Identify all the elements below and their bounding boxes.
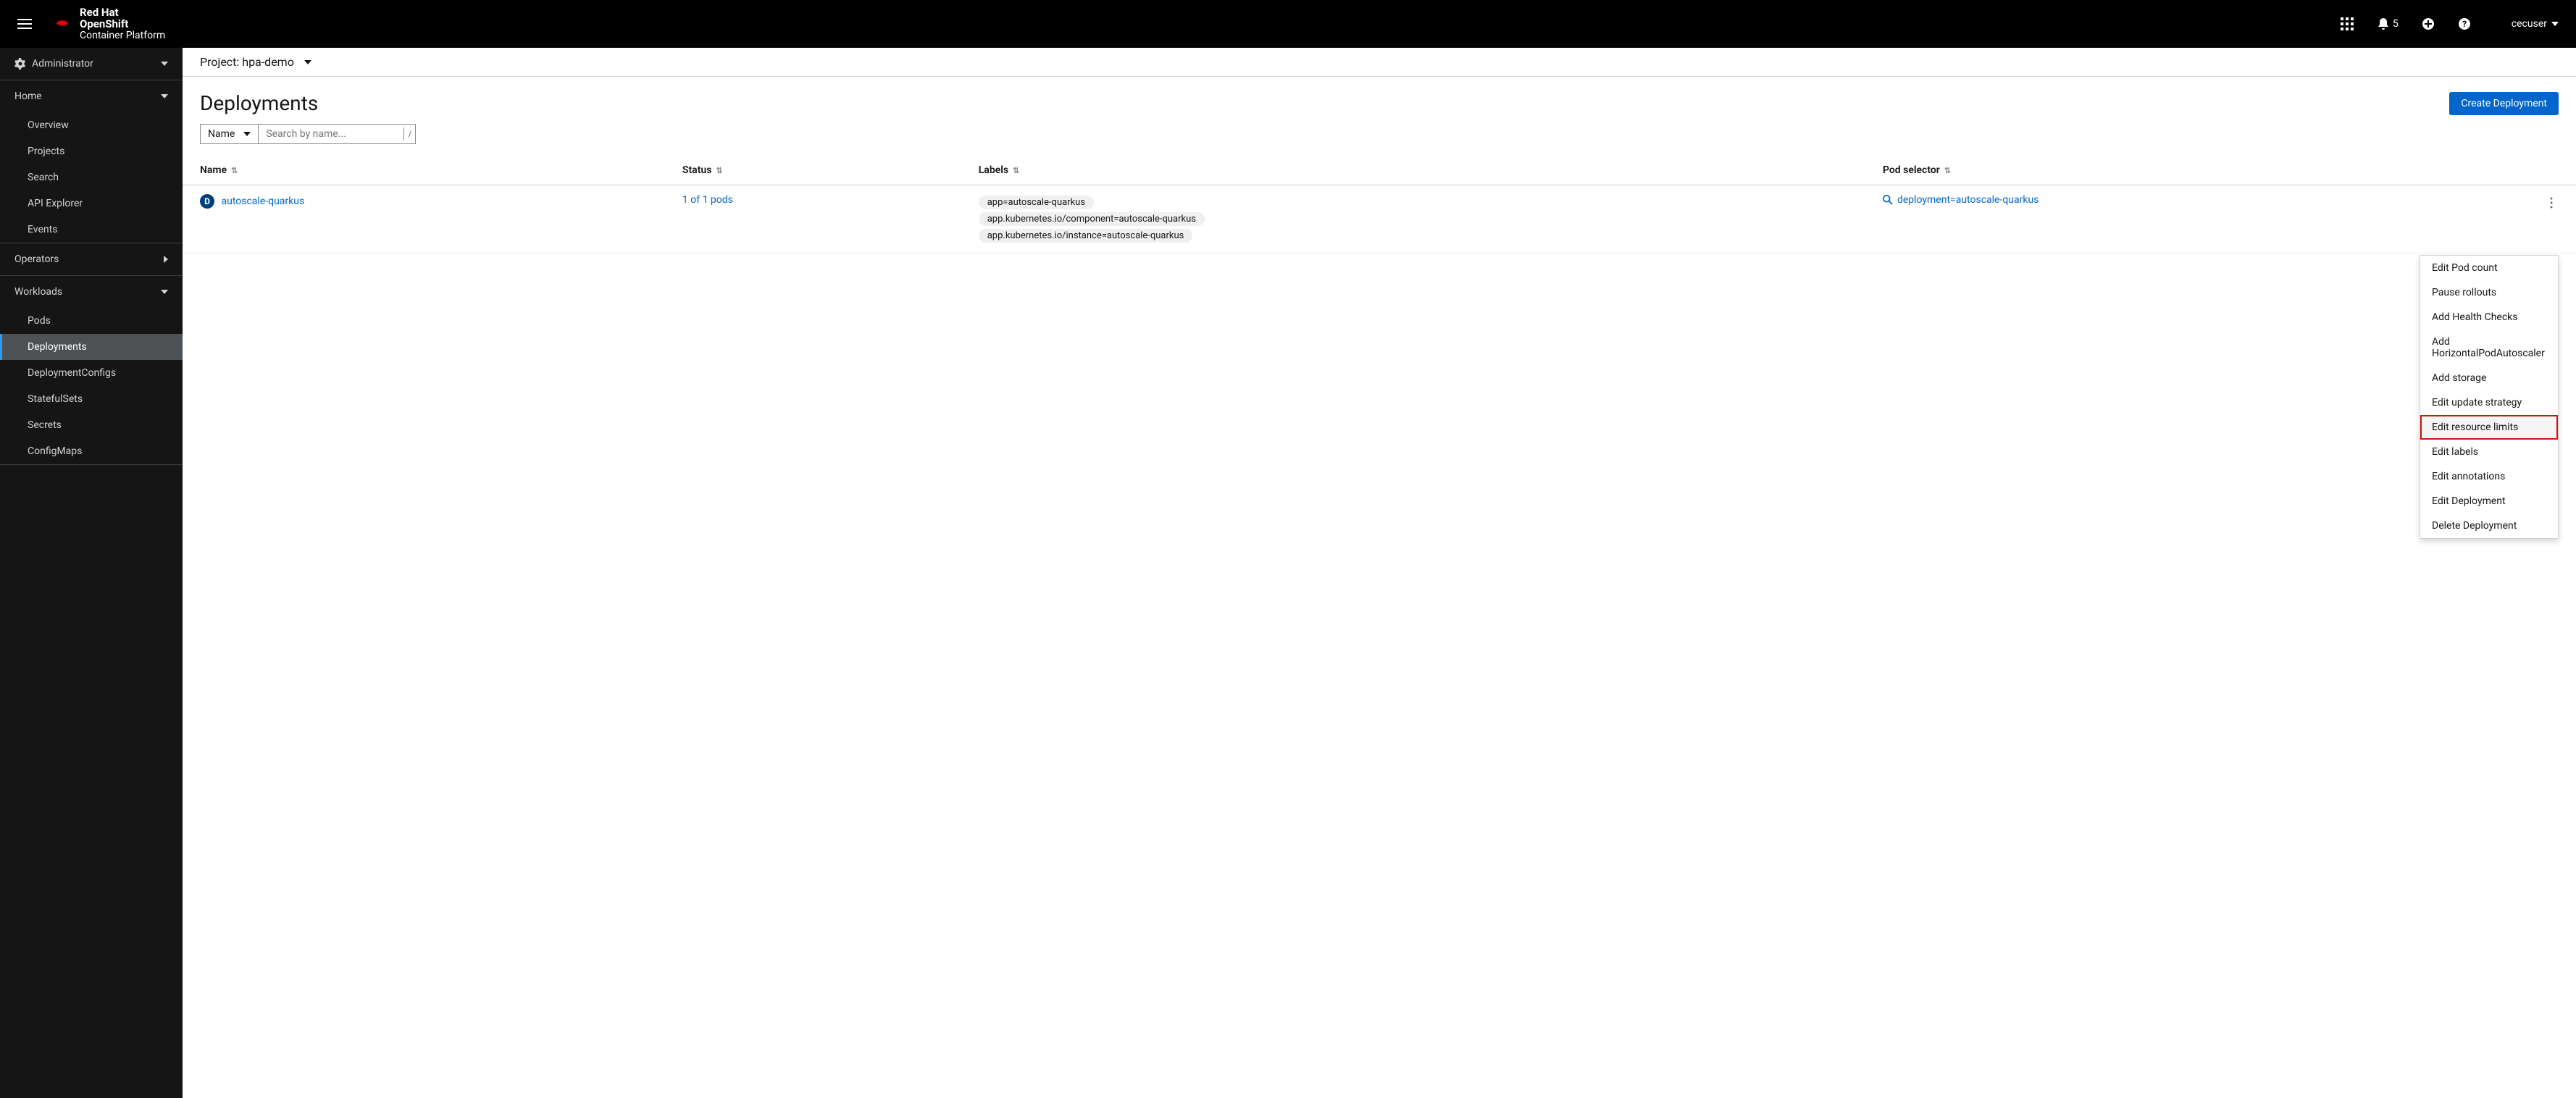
- main-content: Project: hpa-demo Deployments Create Dep…: [183, 48, 2576, 1098]
- sort-icon: ⇅: [1013, 166, 1019, 175]
- apps-icon[interactable]: [2341, 17, 2354, 30]
- chevron-down-icon: [161, 62, 168, 66]
- sort-icon: ⇅: [716, 166, 722, 175]
- col-status[interactable]: Status⇅: [665, 156, 961, 185]
- pod-selector-link[interactable]: deployment=autoscale-quarkus: [1883, 194, 2509, 206]
- perspective-switcher[interactable]: Administrator: [0, 48, 183, 80]
- kebab-item[interactable]: Edit update strategy: [2420, 390, 2558, 415]
- sidebar-item-statefulsets[interactable]: StatefulSets: [0, 386, 183, 412]
- notifications-count: 5: [2393, 18, 2399, 30]
- page-header: Deployments Create Deployment: [183, 77, 2576, 124]
- sidebar-item-secrets[interactable]: Secrets: [0, 412, 183, 438]
- sidebar-item-configmaps[interactable]: ConfigMaps: [0, 438, 183, 464]
- kebab-item[interactable]: Add storage: [2420, 366, 2558, 390]
- top-header: Red Hat OpenShift Container Platform 5 ?…: [0, 0, 2576, 48]
- pod-selector-text: deployment=autoscale-quarkus: [1897, 194, 2039, 206]
- chevron-right-icon: [164, 256, 168, 263]
- header-icons: 5 ? cecuser: [2341, 17, 2559, 30]
- label-chip[interactable]: app=autoscale-quarkus: [979, 196, 1094, 209]
- sidebar-item-api-explorer[interactable]: API Explorer: [0, 190, 183, 217]
- chevron-down-icon: [161, 290, 168, 294]
- create-deployment-button[interactable]: Create Deployment: [2449, 92, 2559, 115]
- svg-text:?: ?: [2462, 19, 2467, 29]
- user-name: cecuser: [2512, 18, 2547, 30]
- sidebar-workloads-label: Workloads: [14, 286, 62, 298]
- search-shortcut-hint: /: [403, 127, 415, 141]
- help-icon[interactable]: ?: [2458, 17, 2471, 30]
- brand-line1: Red Hat: [80, 7, 165, 19]
- page-title: Deployments: [200, 91, 318, 115]
- label-chip[interactable]: app.kubernetes.io/instance=autoscale-qua…: [979, 229, 1193, 243]
- sidebar-home-label: Home: [14, 91, 42, 102]
- notifications-icon[interactable]: 5: [2377, 17, 2399, 30]
- kebab-item[interactable]: Delete Deployment: [2420, 514, 2558, 538]
- redhat-logo-icon: [52, 17, 72, 31]
- kebab-item[interactable]: Edit labels: [2420, 440, 2558, 464]
- sidebar-home[interactable]: Home: [0, 80, 183, 112]
- table-row: D autoscale-quarkus 1 of 1 pods app=auto…: [183, 185, 2576, 253]
- kebab-item[interactable]: Pause rollouts: [2420, 280, 2558, 305]
- kebab-menu-button[interactable]: [2544, 194, 2559, 214]
- user-menu[interactable]: cecuser: [2512, 18, 2559, 30]
- col-labels[interactable]: Labels⇅: [961, 156, 1865, 185]
- kebab-item[interactable]: Add Health Checks: [2420, 305, 2558, 330]
- chevron-down-icon: [243, 132, 251, 136]
- perspective-label: Administrator: [32, 58, 93, 70]
- filter-bar: Name /: [183, 124, 2576, 156]
- filter-type-label: Name: [208, 128, 235, 140]
- kebab-item[interactable]: Edit annotations: [2420, 464, 2558, 489]
- sidebar-item-deploymentconfigs[interactable]: DeploymentConfigs: [0, 360, 183, 386]
- col-name[interactable]: Name⇅: [183, 156, 665, 185]
- sidebar-item-overview[interactable]: Overview: [0, 112, 183, 138]
- chevron-down-icon: [304, 60, 311, 64]
- add-icon[interactable]: [2422, 17, 2435, 30]
- col-pod-selector[interactable]: Pod selector⇅: [1865, 156, 2527, 185]
- sidebar-item-deployments[interactable]: Deployments: [0, 334, 183, 360]
- sidebar-operators-label: Operators: [14, 253, 59, 265]
- chevron-down-icon: [161, 94, 168, 99]
- deployments-table: Name⇅ Status⇅ Labels⇅ Pod selector⇅ D au…: [183, 156, 2576, 253]
- kebab-item[interactable]: Edit resource limits: [2420, 415, 2558, 440]
- search-icon: [1883, 195, 1893, 205]
- chevron-down-icon: [2551, 22, 2559, 26]
- search-input[interactable]: [259, 125, 403, 143]
- sidebar-item-events[interactable]: Events: [0, 217, 183, 243]
- project-selector[interactable]: Project: hpa-demo: [183, 48, 2576, 77]
- sidebar-workloads[interactable]: Workloads: [0, 276, 183, 308]
- filter-type-select[interactable]: Name: [200, 124, 259, 144]
- kebab-item[interactable]: Add HorizontalPodAutoscaler: [2420, 330, 2558, 366]
- hamburger-menu[interactable]: [17, 19, 32, 29]
- label-chip[interactable]: app.kubernetes.io/component=autoscale-qu…: [979, 212, 1205, 226]
- sort-icon: ⇅: [231, 166, 238, 175]
- deployment-status-link[interactable]: 1 of 1 pods: [682, 194, 733, 206]
- sidebar: Administrator Home Overview Projects Sea…: [0, 48, 183, 1098]
- sidebar-item-projects[interactable]: Projects: [0, 138, 183, 164]
- deployment-badge-icon: D: [200, 194, 214, 209]
- sidebar-operators[interactable]: Operators: [0, 243, 183, 275]
- kebab-item[interactable]: Edit Pod count: [2420, 256, 2558, 280]
- kebab-dropdown: Edit Pod countPause rolloutsAdd Health C…: [2420, 255, 2559, 539]
- sort-icon: ⇅: [1944, 166, 1951, 175]
- brand-line2: OpenShift: [80, 18, 165, 30]
- project-prefix: Project:: [200, 55, 239, 69]
- project-name: hpa-demo: [242, 55, 294, 69]
- brand: Red Hat OpenShift Container Platform: [52, 7, 165, 41]
- gear-icon: [14, 58, 26, 70]
- sidebar-item-search[interactable]: Search: [0, 164, 183, 190]
- sidebar-item-pods[interactable]: Pods: [0, 308, 183, 334]
- kebab-item[interactable]: Edit Deployment: [2420, 489, 2558, 514]
- deployment-name-link[interactable]: autoscale-quarkus: [221, 196, 304, 207]
- brand-line3: Container Platform: [80, 30, 165, 41]
